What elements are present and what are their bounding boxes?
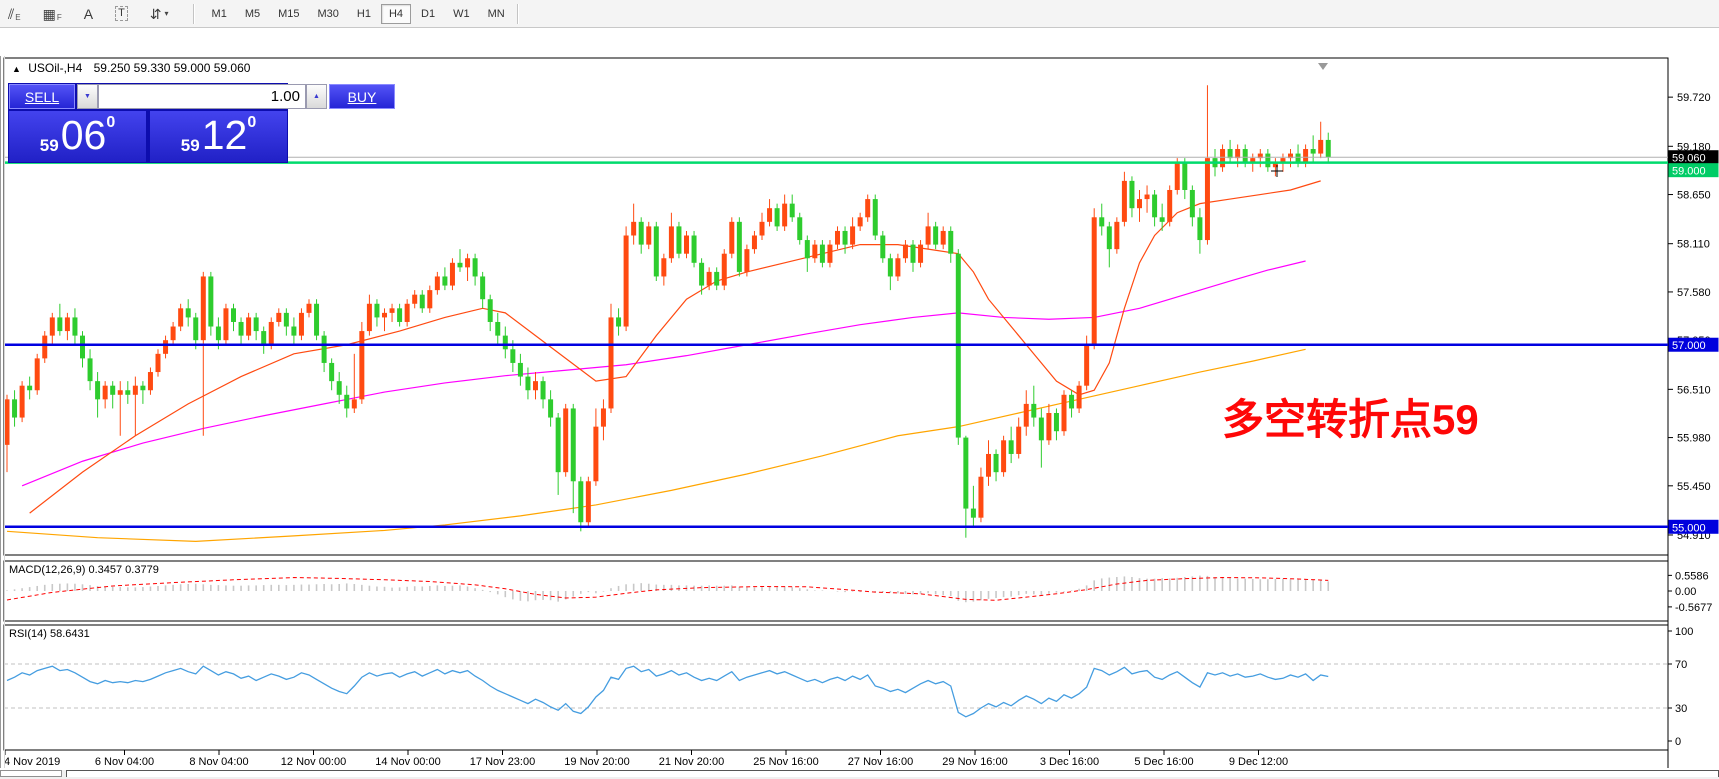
svg-text:55.450: 55.450	[1677, 481, 1711, 493]
arrows-tool-icon[interactable]: ⇵▾	[150, 6, 169, 22]
svg-text:3 Dec 16:00: 3 Dec 16:00	[1040, 756, 1099, 768]
timeframe-mn-button[interactable]: MN	[480, 4, 513, 24]
svg-text:0: 0	[1675, 736, 1681, 748]
macd-label: MACD(12,26,9) 0.3457 0.3779	[9, 564, 159, 576]
svg-text:27 Nov 16:00: 27 Nov 16:00	[848, 756, 913, 768]
symbol-name: USOil-,H4	[28, 61, 82, 75]
svg-text:59.000: 59.000	[1672, 166, 1706, 178]
toolbar: ⫽E ▦F A T ⇵▾ M1 M5 M15 M30 H1 H4 D1 W1 M…	[0, 0, 1719, 28]
timeframe-d1-button[interactable]: D1	[413, 4, 443, 24]
timeframe-m15-button[interactable]: M15	[270, 4, 307, 24]
svg-text:58.110: 58.110	[1677, 239, 1710, 251]
volume-increase-button[interactable]: ▲	[306, 84, 327, 109]
svg-text:17 Nov 23:00: 17 Nov 23:00	[470, 756, 535, 768]
svg-text:21 Nov 20:00: 21 Nov 20:00	[659, 756, 724, 768]
svg-text:57.580: 57.580	[1677, 287, 1711, 299]
timeframe-h1-button[interactable]: H1	[349, 4, 379, 24]
svg-text:56.510: 56.510	[1677, 384, 1711, 396]
svg-text:29 Nov 16:00: 29 Nov 16:00	[942, 756, 1007, 768]
svg-text:8 Nov 04:00: 8 Nov 04:00	[189, 756, 248, 768]
text-tool-icon[interactable]: A	[84, 6, 93, 22]
svg-text:30: 30	[1675, 703, 1687, 715]
bottom-strip	[0, 770, 1719, 779]
svg-text:19 Nov 20:00: 19 Nov 20:00	[564, 756, 629, 768]
volume-decrease-button[interactable]: ▼	[77, 84, 98, 109]
ohlc-values: 59.250 59.330 59.000 59.060	[94, 61, 251, 75]
horizontal-scrollbar[interactable]	[66, 770, 1719, 777]
timeframe-h4-button[interactable]: H4	[381, 4, 411, 24]
svg-text:25 Nov 16:00: 25 Nov 16:00	[753, 756, 818, 768]
svg-text:70: 70	[1675, 659, 1687, 671]
sell-button[interactable]: SELL	[9, 84, 75, 109]
toolbar-separator	[193, 4, 194, 24]
horizontal-scrollbar-thumb[interactable]	[0, 770, 62, 777]
svg-text:14 Nov 00:00: 14 Nov 00:00	[375, 756, 440, 768]
svg-text:55.980: 55.980	[1677, 433, 1711, 445]
chevron-down-icon: ▾	[165, 9, 169, 18]
buy-button[interactable]: BUY	[329, 84, 395, 109]
timeframe-w1-button[interactable]: W1	[445, 4, 478, 24]
svg-text:6 Nov 04:00: 6 Nov 04:00	[95, 756, 154, 768]
timeframe-m30-button[interactable]: M30	[310, 4, 347, 24]
rsi-label: RSI(14) 58.6431	[9, 628, 90, 640]
svg-text:55.000: 55.000	[1672, 522, 1706, 534]
svg-text:59.720: 59.720	[1677, 92, 1711, 104]
timeframe-m1-button[interactable]: M1	[204, 4, 235, 24]
annotation-text: 多空转折点59	[1222, 396, 1479, 443]
volume-stepper: ▼ ▲	[77, 84, 327, 109]
svg-text:12 Nov 00:00: 12 Nov 00:00	[281, 756, 346, 768]
svg-text:9 Dec 12:00: 9 Dec 12:00	[1229, 756, 1288, 768]
chart-canvas[interactable]: 59.72059.18058.65058.11057.58057.05056.5…	[0, 56, 1719, 779]
collapse-icon[interactable]: ▲	[12, 64, 21, 74]
svg-text:57.000: 57.000	[1672, 340, 1706, 352]
fibonacci-tool-icon[interactable]: ▦F	[43, 6, 62, 22]
svg-text:59.060: 59.060	[1672, 153, 1706, 165]
svg-text:100: 100	[1675, 626, 1693, 638]
svg-text:5 Dec 16:00: 5 Dec 16:00	[1134, 756, 1193, 768]
sell-price-display[interactable]: 59 06 0	[9, 111, 146, 162]
volume-input[interactable]	[98, 84, 306, 109]
svg-text:4 Nov 2019: 4 Nov 2019	[4, 756, 60, 768]
window-left-frame	[0, 56, 5, 768]
toolbar-separator	[517, 4, 518, 24]
timeframe-m5-button[interactable]: M5	[237, 4, 268, 24]
svg-text:-0.5677: -0.5677	[1675, 602, 1712, 614]
one-click-trading-panel: SELL ▼ ▲ BUY 59 06 0 59 12 0	[8, 83, 288, 163]
svg-text:0.5586: 0.5586	[1675, 570, 1709, 582]
equidistant-channel-tool-icon[interactable]: ⫽E	[8, 6, 21, 22]
svg-text:0.00: 0.00	[1675, 586, 1696, 598]
chart-header: ▲ USOil-,H4 59.250 59.330 59.000 59.060	[12, 61, 250, 75]
chart-window: 59.72059.18058.65058.11057.58057.05056.5…	[0, 28, 1719, 751]
buy-price-display[interactable]: 59 12 0	[150, 111, 287, 162]
text-label-tool-icon[interactable]: T	[115, 6, 128, 21]
svg-text:58.650: 58.650	[1677, 190, 1711, 202]
